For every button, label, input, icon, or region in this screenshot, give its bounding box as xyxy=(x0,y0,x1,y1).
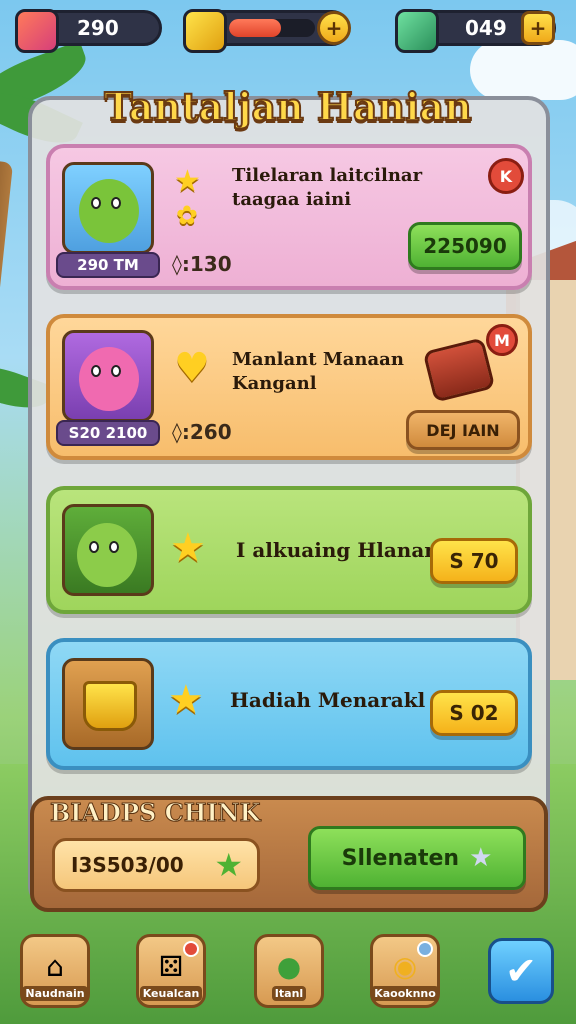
check-icon: ✔ xyxy=(505,949,537,993)
notification-dot xyxy=(417,941,433,957)
quest-thumbnail xyxy=(62,162,154,254)
energy-bar-track xyxy=(229,19,315,37)
currency-left-pill[interactable]: 290 xyxy=(15,9,162,53)
top-hud: 290 + 049 + xyxy=(0,9,576,60)
card-meta: ◊:260 xyxy=(172,420,232,444)
claim-button[interactable]: 225090 xyxy=(408,222,522,270)
energy-plus-button[interactable]: + xyxy=(317,11,351,45)
green-creature-icon xyxy=(77,523,137,587)
nav-label: Itanl xyxy=(271,986,307,1001)
gold-bar-icon xyxy=(183,9,227,53)
gold-bucket-icon xyxy=(83,681,137,731)
nav-chat[interactable]: ● Itanl xyxy=(254,934,324,1008)
pink-creature-icon xyxy=(79,347,139,411)
pencil-gem-icon xyxy=(15,9,59,53)
wallet-icon xyxy=(422,337,496,403)
action-button[interactable]: DEJ IAIN xyxy=(406,410,520,450)
energy-bar-fill xyxy=(229,19,281,37)
price-button[interactable]: S 02 xyxy=(430,690,518,736)
promo-title: BIADPS CHINK xyxy=(49,798,261,828)
card-meta: ◊:130 xyxy=(172,252,232,276)
nav-home[interactable]: ⌂ Naudnain xyxy=(20,934,90,1008)
home-icon: ⌂ xyxy=(46,950,64,983)
energy-bar: + xyxy=(183,9,351,53)
price-button[interactable]: S 70 xyxy=(430,538,518,584)
coin-pile-icon: ✿ xyxy=(176,201,198,231)
dice-icon: ⚄ xyxy=(158,950,184,983)
emerald-gem-icon xyxy=(395,9,439,53)
card-description: I alkuaing Hlanani xyxy=(236,538,447,562)
quest-card-2[interactable]: S20 2100 ◊:260 ♥ Manlant Manaan Kanganl … xyxy=(46,314,532,460)
redeem-button-label: Sllenaten xyxy=(341,845,460,871)
nav-label: Kaooknno xyxy=(371,986,439,1001)
quest-thumbnail xyxy=(62,504,154,596)
card-description: Manlant Manaan Kanganl xyxy=(232,349,404,394)
nav-label: Naudnain xyxy=(22,986,88,1001)
thumb-badge: 290 TM xyxy=(56,252,160,278)
nav-coin[interactable]: ◉ Kaooknno xyxy=(370,934,440,1008)
chat-icon: ● xyxy=(276,950,302,983)
panel-title: Tantaljan Hanian xyxy=(103,83,473,130)
green-creature-icon xyxy=(79,179,139,243)
redeem-button[interactable]: Sllenaten ★ xyxy=(308,826,526,890)
close-icon[interactable]: K xyxy=(488,158,524,194)
quest-thumbnail xyxy=(62,330,154,422)
star-icon: ★ xyxy=(469,843,493,873)
quest-card-4[interactable]: ★ Hadiah Menarakl S 02 xyxy=(46,638,532,770)
coin-icon: ◉ xyxy=(392,950,418,983)
currency-right-value: 049 xyxy=(465,16,507,40)
card-description: Tilelaran laitcilnar taagaa iaini xyxy=(232,165,423,210)
quest-thumbnail xyxy=(62,658,154,750)
quest-card-3[interactable]: ★ I alkuaing Hlanani S 70 xyxy=(46,486,532,614)
currency-left-value: 290 xyxy=(77,16,119,40)
thumb-badge: S20 2100 xyxy=(56,420,160,446)
star-icon: ★ xyxy=(214,846,243,884)
quest-card-1[interactable]: 290 TM ◊:130 ★ ✿ Tilelaran laitcilnar ta… xyxy=(46,144,532,290)
card-description: Hadiah Menarakl xyxy=(230,688,426,712)
heart-icon: ♥ xyxy=(174,345,210,391)
nav-dice[interactable]: ⚄ Keualcan xyxy=(136,934,206,1008)
promo-code-value: I3S503/00 xyxy=(71,853,184,877)
notification-dot xyxy=(183,941,199,957)
promo-code-field[interactable]: I3S503/00 ★ xyxy=(52,838,260,892)
currency-right-add-button[interactable]: + xyxy=(521,11,555,45)
close-icon[interactable]: M xyxy=(486,324,518,356)
star-icon: ★ xyxy=(170,525,206,571)
star-icon: ★ xyxy=(168,677,204,723)
currency-right-pill[interactable]: 049 + xyxy=(395,9,556,53)
confirm-check-button[interactable]: ✔ xyxy=(488,938,554,1004)
nav-label: Keualcan xyxy=(139,986,203,1001)
